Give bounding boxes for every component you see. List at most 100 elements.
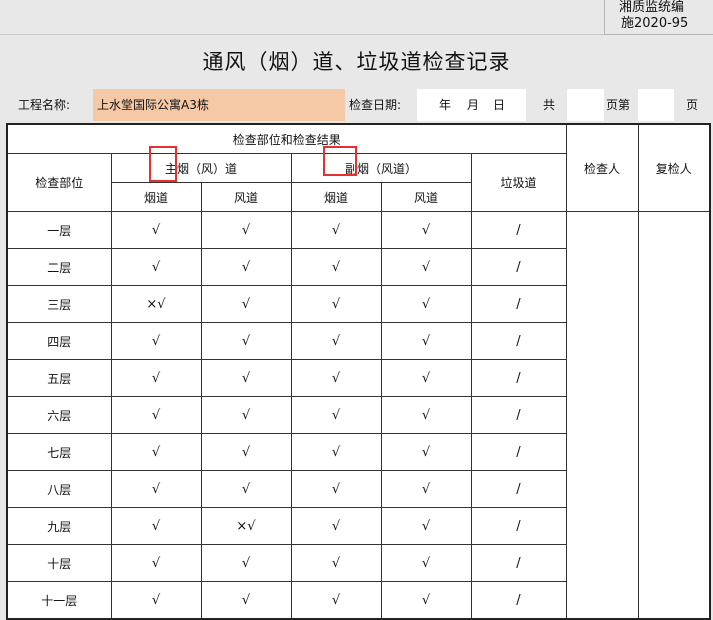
- floor-cell[interactable]: 二层: [6, 248, 112, 286]
- location-header: 检查部位: [6, 153, 112, 212]
- result-cell[interactable]: √: [110, 433, 202, 471]
- results-group-header: 检查部位和检查结果: [6, 123, 567, 154]
- result-cell[interactable]: ×√: [110, 285, 202, 323]
- result-cell[interactable]: /: [470, 544, 567, 582]
- result-cell[interactable]: √: [110, 581, 202, 620]
- result-cell[interactable]: /: [470, 285, 567, 323]
- sub-air-duct-header: 风道: [380, 182, 472, 212]
- header-blank-cell: [0, 0, 604, 35]
- highlight-box-main: [149, 146, 177, 182]
- result-cell[interactable]: √: [110, 322, 202, 360]
- floor-cell[interactable]: 八层: [6, 470, 112, 508]
- floor-cell[interactable]: 五层: [6, 359, 112, 397]
- floor-cell[interactable]: 十层: [6, 544, 112, 582]
- total-pages-cell[interactable]: [567, 89, 604, 121]
- result-cell[interactable]: /: [470, 396, 567, 434]
- result-cell[interactable]: /: [470, 581, 567, 620]
- garbage-chute-header: 垃圾道: [470, 153, 567, 212]
- page-number-label: 页第: [606, 98, 631, 112]
- result-cell[interactable]: √: [110, 470, 202, 508]
- result-cell[interactable]: √: [110, 544, 202, 582]
- result-cell[interactable]: √: [380, 359, 472, 397]
- result-cell[interactable]: √: [380, 581, 472, 620]
- result-cell[interactable]: √: [380, 248, 472, 286]
- result-cell[interactable]: √: [200, 285, 292, 323]
- project-name-cell[interactable]: 上水堂国际公寓A3栋: [93, 89, 345, 121]
- reinspector-cell[interactable]: [637, 211, 711, 620]
- result-cell[interactable]: √: [200, 433, 292, 471]
- result-cell[interactable]: √: [380, 433, 472, 471]
- inspector-header: 检查人: [565, 123, 639, 212]
- result-cell[interactable]: ×√: [200, 507, 292, 545]
- main-smoke-duct-header: 烟道: [110, 182, 202, 212]
- result-cell[interactable]: √: [200, 359, 292, 397]
- result-cell[interactable]: /: [470, 433, 567, 471]
- floor-cell[interactable]: 十一层: [6, 581, 112, 620]
- date-day: 日: [493, 98, 506, 112]
- result-cell[interactable]: √: [110, 248, 202, 286]
- result-cell[interactable]: √: [200, 470, 292, 508]
- result-cell[interactable]: √: [290, 359, 382, 397]
- result-cell[interactable]: √: [200, 396, 292, 434]
- sub-smoke-duct-header: 烟道: [290, 182, 382, 212]
- result-cell[interactable]: √: [380, 211, 472, 249]
- main-air-duct-header: 风道: [200, 182, 292, 212]
- result-cell[interactable]: √: [200, 248, 292, 286]
- result-cell[interactable]: √: [290, 211, 382, 249]
- highlight-box-sub: [323, 146, 357, 176]
- document-code-line2: 施2020-95: [621, 16, 689, 31]
- result-cell[interactable]: /: [470, 322, 567, 360]
- date-month: 月: [467, 98, 480, 112]
- result-cell[interactable]: √: [290, 507, 382, 545]
- result-cell[interactable]: √: [290, 322, 382, 360]
- result-cell[interactable]: √: [380, 544, 472, 582]
- floor-cell[interactable]: 六层: [6, 396, 112, 434]
- result-cell[interactable]: √: [290, 433, 382, 471]
- floor-cell[interactable]: 三层: [6, 285, 112, 323]
- result-cell[interactable]: √: [290, 285, 382, 323]
- result-cell[interactable]: /: [470, 248, 567, 286]
- result-cell[interactable]: √: [380, 507, 472, 545]
- result-cell[interactable]: √: [290, 248, 382, 286]
- result-cell[interactable]: √: [290, 470, 382, 508]
- page-number-cell[interactable]: [638, 89, 674, 121]
- page-suffix-label: 页: [686, 98, 699, 112]
- result-cell[interactable]: /: [470, 470, 567, 508]
- result-cell[interactable]: √: [200, 581, 292, 620]
- result-cell[interactable]: /: [470, 211, 567, 249]
- result-cell[interactable]: √: [110, 211, 202, 249]
- result-cell[interactable]: √: [110, 396, 202, 434]
- result-cell[interactable]: /: [470, 507, 567, 545]
- sub-flue-header: 副烟（风道）: [290, 153, 472, 183]
- result-cell[interactable]: √: [290, 396, 382, 434]
- table-row: 一层 √ √ √ √ /: [6, 211, 711, 620]
- result-cell[interactable]: √: [290, 581, 382, 620]
- inspection-table: 检查部位和检查结果 检查人 复检人 检查部位 主烟（风）道 副烟（风道） 垃圾道…: [6, 123, 711, 620]
- floor-cell[interactable]: 四层: [6, 322, 112, 360]
- reinspector-header: 复检人: [637, 123, 711, 212]
- result-cell[interactable]: √: [200, 544, 292, 582]
- result-cell[interactable]: √: [110, 359, 202, 397]
- floor-cell[interactable]: 一层: [6, 211, 112, 249]
- result-cell[interactable]: √: [200, 322, 292, 360]
- main-flue-header: 主烟（风）道: [110, 153, 292, 183]
- document-code-line1: 湘质监统编: [619, 0, 685, 15]
- result-cell[interactable]: √: [380, 285, 472, 323]
- result-cell[interactable]: √: [290, 544, 382, 582]
- floor-cell[interactable]: 九层: [6, 507, 112, 545]
- inspection-date-cell[interactable]: 年 月 日: [417, 89, 526, 121]
- result-cell[interactable]: √: [380, 396, 472, 434]
- inspection-date-label: 检查日期:: [349, 98, 402, 112]
- floor-cell[interactable]: 七层: [6, 433, 112, 471]
- project-name-label: 工程名称:: [18, 98, 71, 112]
- result-cell[interactable]: /: [470, 359, 567, 397]
- info-row: 工程名称: 上水堂国际公寓A3栋 检查日期: 年 月 日 共 页第 页: [0, 89, 713, 121]
- result-cell[interactable]: √: [110, 507, 202, 545]
- document-code: 湘质监统编 施2020-95: [604, 0, 713, 35]
- spreadsheet-sheet: 湘质监统编 施2020-95 通风（烟）道、垃圾道检查记录 工程名称: 上水堂国…: [0, 0, 713, 620]
- total-pages-label: 共: [543, 98, 556, 112]
- inspector-cell[interactable]: [565, 211, 639, 620]
- result-cell[interactable]: √: [200, 211, 292, 249]
- result-cell[interactable]: √: [380, 470, 472, 508]
- result-cell[interactable]: √: [380, 322, 472, 360]
